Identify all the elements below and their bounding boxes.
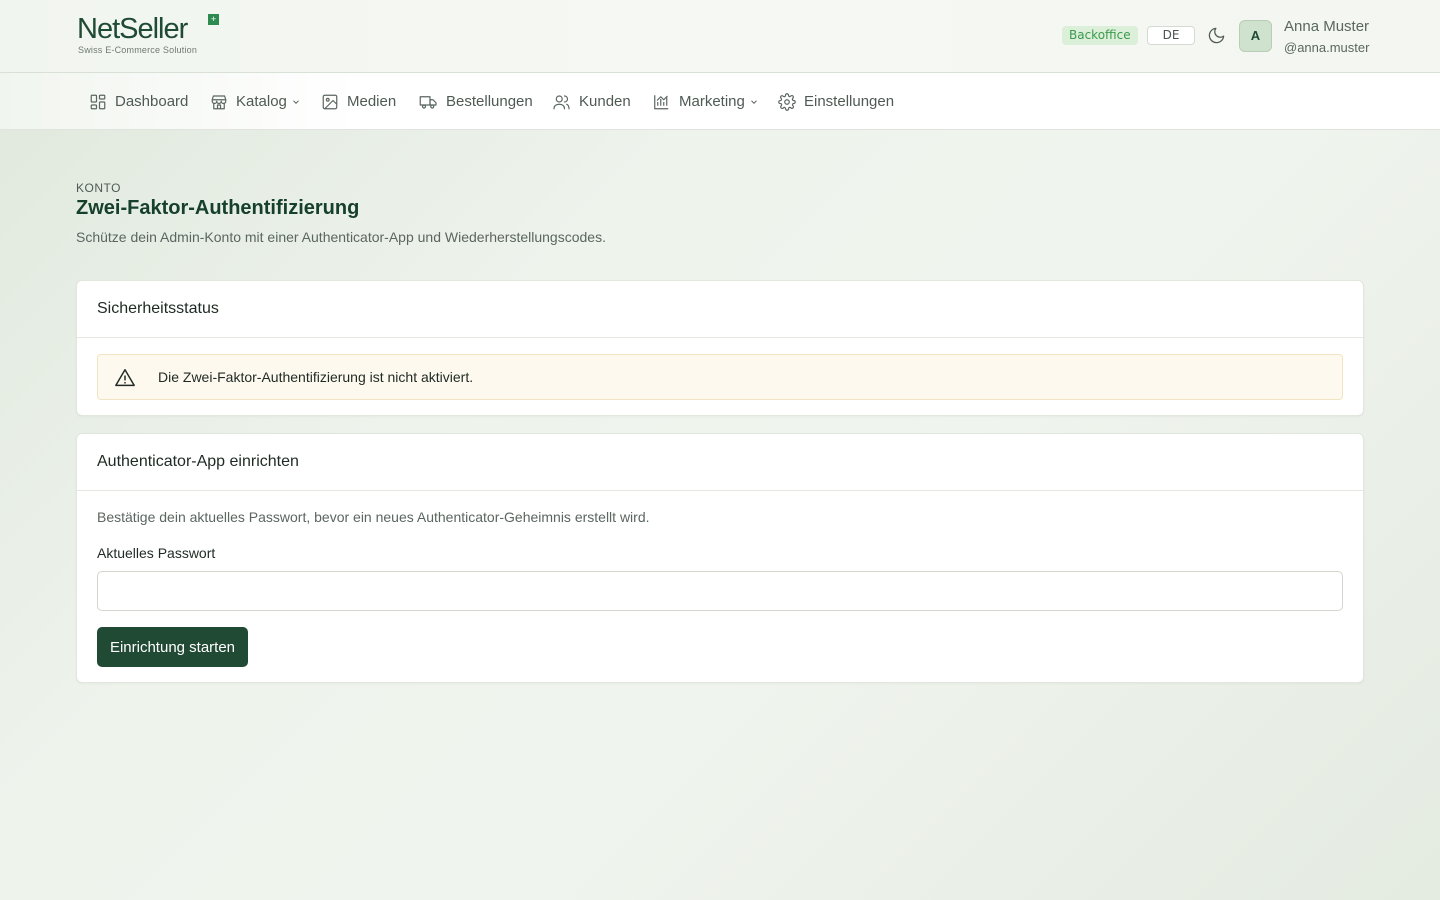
current-password-input[interactable] — [97, 571, 1343, 611]
dashboard-icon — [90, 94, 106, 109]
password-label: Aktuelles Passwort — [97, 545, 216, 561]
nav-label: Marketing — [679, 93, 745, 110]
nav-item-dashboard[interactable]: Dashboard — [89, 73, 188, 130]
main-navigation: Dashboard Katalog Medien Bestellungen Ku… — [0, 73, 1440, 130]
start-setup-button[interactable]: Einrichtung starten — [97, 627, 248, 667]
gear-icon — [778, 92, 796, 111]
users-icon — [553, 94, 570, 109]
user-name: Anna Muster — [1284, 18, 1370, 35]
alert-message: Die Zwei-Faktor-Authentifizierung ist ni… — [158, 369, 474, 385]
dark-mode-toggle[interactable] — [1207, 26, 1226, 45]
security-status-card: Sicherheitsstatus Die Zwei-Faktor-Authen… — [76, 280, 1364, 416]
top-header: NetSeller + Swiss E-Commerce Solution Ba… — [0, 0, 1440, 73]
warning-alert: Die Zwei-Faktor-Authentifizierung ist ni… — [97, 354, 1343, 400]
store-icon — [211, 94, 227, 109]
user-handle: @anna.muster — [1284, 40, 1370, 55]
nav-label: Einstellungen — [804, 93, 895, 110]
nav-label: Kunden — [579, 93, 631, 110]
nav-label: Katalog — [236, 93, 287, 110]
nav-item-katalog[interactable]: Katalog — [210, 73, 301, 130]
nav-item-medien[interactable]: Medien — [321, 73, 396, 130]
nav-item-marketing[interactable]: Marketing — [652, 73, 759, 130]
page-title: Zwei-Faktor-Authentifizierung — [76, 197, 360, 219]
chevron-down-icon — [293, 99, 299, 104]
nav-label: Medien — [347, 93, 397, 110]
card-title: Sicherheitsstatus — [77, 281, 1363, 338]
avatar[interactable]: A — [1239, 20, 1272, 52]
swiss-cross-icon: + — [208, 14, 219, 25]
setup-help-text: Bestätige dein aktuelles Passwort, bevor… — [97, 509, 650, 525]
netseller-logo[interactable]: NetSeller + Swiss E-Commerce Solution — [77, 13, 227, 59]
nav-label: Dashboard — [115, 93, 189, 110]
logo-wordmark: NetSeller — [77, 13, 188, 45]
nav-item-bestellungen[interactable]: Bestellungen — [419, 73, 533, 130]
authenticator-setup-card: Authenticator-App einrichten Bestätige d… — [76, 433, 1364, 683]
backoffice-badge: Backoffice — [1062, 26, 1138, 45]
chart-icon — [654, 94, 669, 109]
page-subtitle: Schütze dein Admin-Konto mit einer Authe… — [76, 229, 606, 245]
card-title: Authenticator-App einrichten — [77, 434, 1363, 491]
section-eyebrow: KONTO — [76, 181, 121, 195]
logo-tagline: Swiss E-Commerce Solution — [78, 45, 198, 55]
language-switcher[interactable]: DE — [1147, 26, 1195, 45]
truck-icon — [419, 95, 437, 109]
nav-item-kunden[interactable]: Kunden — [552, 73, 631, 130]
nav-item-einstellungen[interactable]: Einstellungen — [778, 73, 894, 130]
moon-icon — [1208, 27, 1225, 44]
image-icon — [322, 94, 338, 109]
nav-label: Bestellungen — [446, 93, 533, 110]
chevron-down-icon — [751, 99, 757, 104]
warning-triangle-icon — [115, 369, 135, 387]
